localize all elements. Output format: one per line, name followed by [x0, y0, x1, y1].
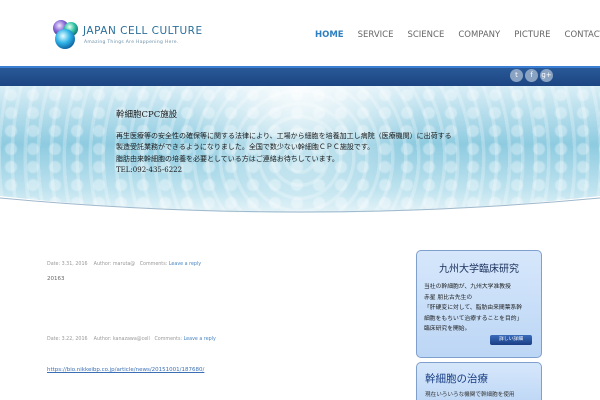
- hero-line: 製造受託業務ができるようになりました。全国で数少ない幹細胞ＣＰＣ施設です。: [116, 143, 375, 152]
- stem-cell-treatment-banner[interactable]: 幹細胞の治療 現在いろいろな機関で幹細胞を使用: [416, 362, 542, 400]
- hero-title: 幹細胞CPC施設: [116, 110, 178, 120]
- site-logo[interactable]: JAPAN CELL CULTURE Amazing Things Are Ha…: [48, 18, 208, 52]
- cell-logo-icon: [53, 20, 78, 49]
- kyushu-research-banner[interactable]: 九州大学臨床研究 当社の幹細胞が、九州大学准教授 赤星 朋比古先生の 「肝硬変に…: [416, 250, 542, 358]
- bar-divider: [0, 66, 600, 68]
- main-nav: HOME SERVICE SCIENCE COMPANY PICTURE CON…: [308, 30, 600, 40]
- post-meta: Date: 3.22, 2016 Author: kanazawa@cell C…: [47, 337, 216, 342]
- banner-title: 幹細胞の治療: [425, 373, 488, 385]
- article-link[interactable]: https://bio.nikkeibp.co.jp/article/news/…: [47, 367, 204, 373]
- hero-wave-divider: [0, 196, 600, 218]
- hero-description: 再生医療等の安全性の確保等に関する法律により、工場から細胞を培養加工し病院（医療…: [116, 131, 452, 176]
- nav-science[interactable]: SCIENCE: [400, 30, 451, 40]
- post-body: 20163: [47, 276, 65, 282]
- logo-title: JAPAN CELL CULTURE: [83, 25, 203, 37]
- logo-tagline: Amazing Things Are Happening Here.: [84, 40, 179, 45]
- post-author: Author: maruta@: [93, 262, 136, 267]
- post-date: Date: 3.22, 2016: [47, 337, 88, 342]
- banner-line: 細胞をもちいて治療することを目的」: [424, 315, 523, 322]
- details-button[interactable]: 詳しい詳細: [490, 335, 532, 345]
- hero-phone: TEL:092-435-6222: [116, 165, 183, 174]
- banner-text: 当社の幹細胞が、九州大学准教授 赤星 朋比古先生の 「肝硬変に対して、脂肪由来間…: [424, 282, 522, 335]
- nav-company[interactable]: COMPANY: [451, 30, 507, 40]
- banner-title: 九州大学臨床研究: [439, 264, 519, 275]
- twitter-icon[interactable]: t: [510, 69, 523, 82]
- nav-service[interactable]: SERVICE: [351, 30, 401, 40]
- post-date: Date: 3.31, 2016: [47, 262, 88, 267]
- banner-line: 臨床研究を開始。: [424, 326, 471, 332]
- post-author: Author: kanazawa@cell: [93, 337, 150, 342]
- hero-line: 脂肪由来幹細胞の培養を必要としている方はご連絡お待ちしています。: [116, 154, 339, 163]
- facebook-icon[interactable]: f: [525, 69, 538, 82]
- banner-line: 「肝硬変に対して、脂肪由来間葉系幹: [424, 305, 523, 311]
- post-comments-label: Comments:: [154, 337, 183, 342]
- banner-text: 現在いろいろな機関で幹細胞を使用: [425, 392, 515, 398]
- leave-reply-link[interactable]: Leave a reply: [184, 337, 216, 342]
- banner-line: 赤星 朋比古先生の: [424, 294, 473, 301]
- site-header: JAPAN CELL CULTURE Amazing Things Are Ha…: [0, 0, 600, 67]
- post-comments-label: Comments:: [139, 262, 168, 267]
- hero-line: 再生医療等の安全性の確保等に関する法律により、工場から細胞を培養加工し病院（医療…: [116, 132, 452, 140]
- post-meta: Date: 3.31, 2016 Author: maruta@ Comment…: [47, 262, 201, 267]
- leave-reply-link[interactable]: Leave a reply: [169, 262, 201, 267]
- nav-contact[interactable]: CONTACT: [558, 30, 600, 40]
- banner-line: 当社の幹細胞が、九州大学准教授: [424, 284, 511, 290]
- google-plus-icon[interactable]: g+: [540, 69, 553, 82]
- nav-picture[interactable]: PICTURE: [507, 30, 557, 40]
- nav-home[interactable]: HOME: [308, 30, 351, 40]
